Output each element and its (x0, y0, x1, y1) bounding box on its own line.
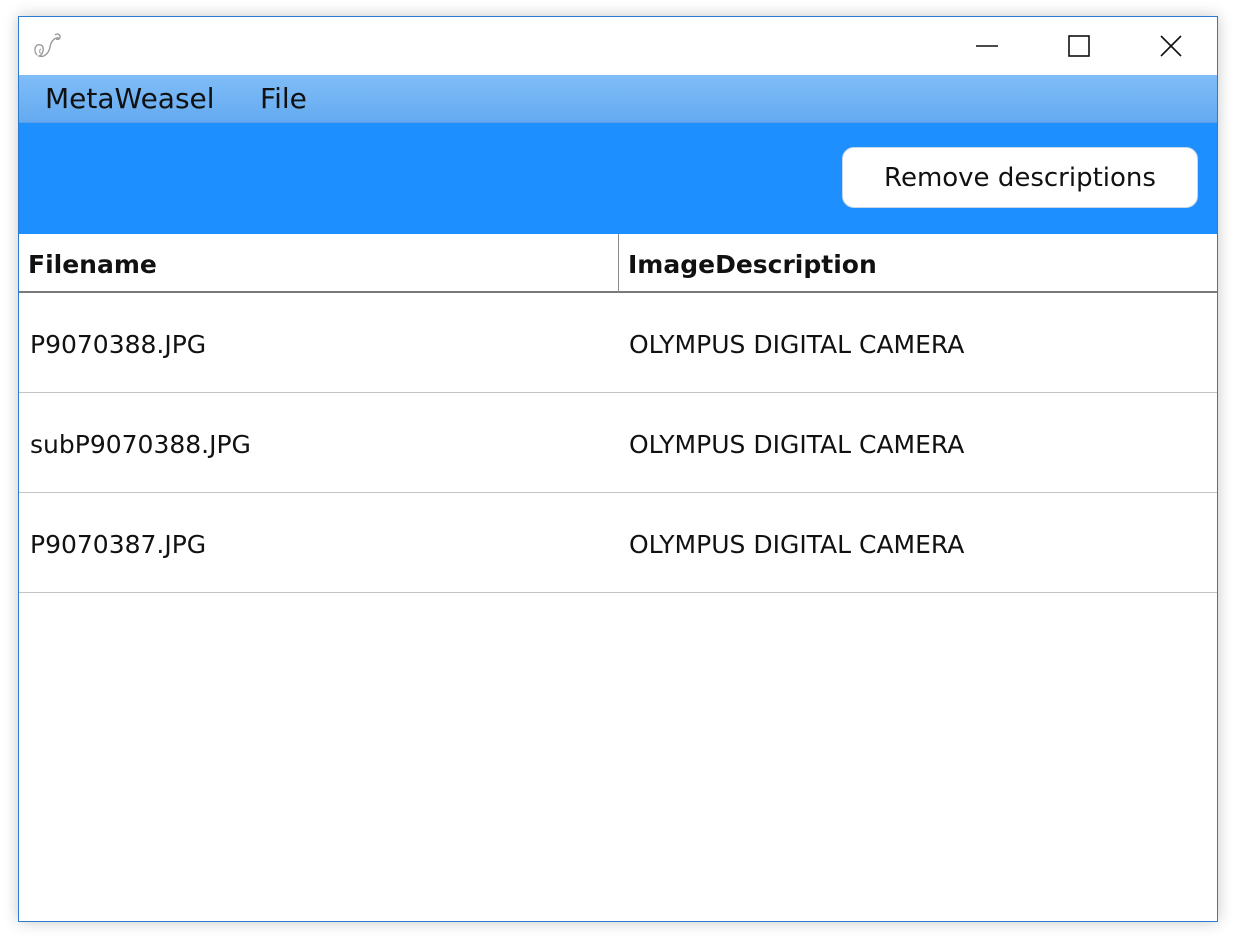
filename-cell: P9070388.JPG (30, 330, 207, 359)
filename-cell: subP9070388.JPG (30, 430, 251, 459)
maximize-icon (1068, 35, 1090, 57)
table-row[interactable]: subP9070388.JPG OLYMPUS DIGITAL CAMERA (19, 393, 1217, 493)
table-row[interactable]: P9070388.JPG OLYMPUS DIGITAL CAMERA (19, 293, 1217, 393)
description-cell: OLYMPUS DIGITAL CAMERA (629, 330, 965, 359)
table-row[interactable]: P9070387.JPG OLYMPUS DIGITAL CAMERA (19, 493, 1217, 593)
toolbar: Remove descriptions (19, 123, 1217, 234)
close-icon (1160, 35, 1182, 57)
column-divider[interactable] (618, 234, 619, 292)
close-button[interactable] (1125, 17, 1217, 75)
weasel-logo-icon (29, 29, 65, 65)
description-cell: OLYMPUS DIGITAL CAMERA (629, 530, 965, 559)
title-bar[interactable] (19, 17, 1217, 75)
table-header: Filename ImageDescription (19, 234, 1217, 293)
app-window: MetaWeasel File Remove descriptions File… (18, 16, 1218, 922)
minimize-button[interactable] (941, 17, 1033, 75)
menu-bar: MetaWeasel File (19, 75, 1217, 123)
remove-descriptions-button[interactable]: Remove descriptions (842, 147, 1198, 208)
file-table: Filename ImageDescription P9070388.JPG O… (19, 234, 1217, 921)
description-cell: OLYMPUS DIGITAL CAMERA (629, 430, 965, 459)
menu-file[interactable]: File (260, 75, 307, 122)
minimize-icon (976, 45, 998, 47)
maximize-button[interactable] (1033, 17, 1125, 75)
column-header-filename[interactable]: Filename (28, 234, 157, 292)
menu-metaweasel[interactable]: MetaWeasel (45, 75, 215, 122)
table-body: P9070388.JPG OLYMPUS DIGITAL CAMERA subP… (19, 293, 1217, 593)
column-header-imagedescription[interactable]: ImageDescription (628, 234, 877, 292)
filename-cell: P9070387.JPG (30, 530, 207, 559)
